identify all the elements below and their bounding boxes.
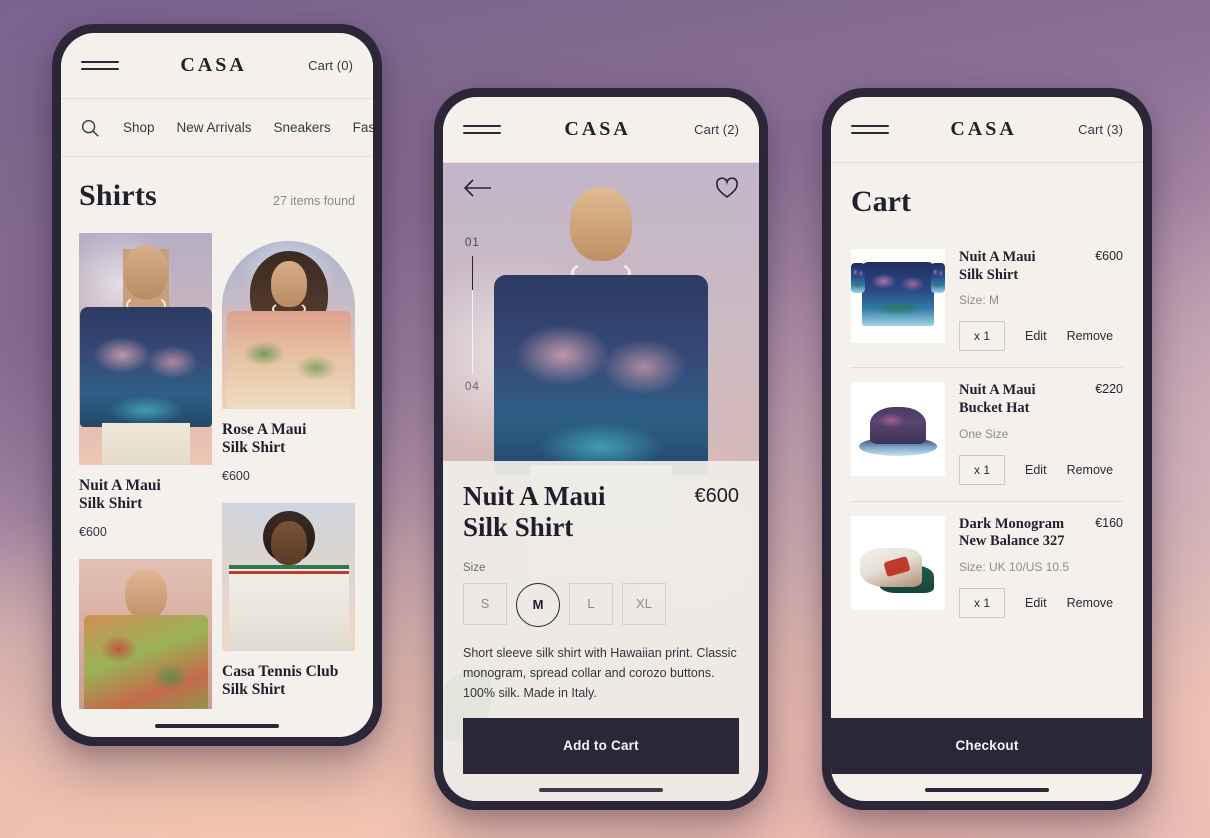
cart-item-thumbnail[interactable] [851, 249, 945, 343]
cart-item-price: €160 [1095, 515, 1123, 530]
add-to-cart-button[interactable]: Add to Cart [463, 717, 739, 774]
cart-item-name: Nuit A Maui Bucket Hat [959, 382, 1036, 417]
product-column-right: Rose A Maui Silk Shirt €600 Casa Tennis C… [222, 233, 355, 709]
product-grid: Nuit A Maui Silk Shirt €600 Rose A Maui … [79, 233, 355, 709]
menu-icon[interactable] [463, 125, 501, 134]
product-image-casa-tennis-club[interactable] [222, 502, 355, 651]
quantity-stepper[interactable]: x 1 [959, 588, 1006, 619]
pager-total: 04 [465, 381, 480, 393]
cart-item-actions: x 1 Edit Remove [959, 454, 1123, 485]
size-selector: S M L XL [463, 582, 739, 627]
browse-screen: CASA Cart (0) Shop New Arrivals Sneakers… [61, 33, 373, 737]
brand-logo: CASA [180, 54, 247, 76]
phone-browse: CASA Cart (0) Shop New Arrivals Sneakers… [52, 24, 382, 746]
product-price: €600 [79, 524, 107, 539]
cart-item-info: Nuit A Maui Bucket Hat €220 One Size x 1 … [959, 382, 1123, 485]
product-name: Rose A Maui Silk Shirt [222, 421, 307, 457]
brand-logo: CASA [564, 118, 631, 140]
pager-thumb [471, 256, 474, 290]
nav-item-new-arrivals[interactable]: New Arrivals [177, 120, 252, 135]
size-label: Size [463, 561, 486, 574]
phone-cart: CASA Cart (3) Cart Nuit A Maui Silk Shirt… [822, 88, 1152, 810]
menu-icon[interactable] [81, 61, 119, 70]
cart-link[interactable]: Cart (2) [694, 122, 739, 137]
nav-item-sneakers[interactable]: Sneakers [274, 120, 331, 135]
home-indicator [925, 787, 1049, 792]
product-hero-image: 01 04 Nuit A Maui Silk Shirt €600 Size S … [443, 163, 759, 801]
back-arrow-icon[interactable] [463, 177, 493, 199]
edit-link[interactable]: Edit [1025, 329, 1047, 343]
quantity-stepper[interactable]: x 1 [959, 454, 1006, 485]
pager-current: 01 [465, 237, 480, 249]
product-detail-card: Nuit A Maui Silk Shirt €600 Size S M L XL… [443, 461, 759, 801]
brand-logo: CASA [950, 118, 1017, 140]
product-image-rose-a-maui[interactable] [222, 241, 355, 409]
product-column-left: Nuit A Maui Silk Shirt €600 [79, 233, 212, 709]
browse-body: Shirts 27 items found Nuit A Maui Silk Sh… [61, 157, 373, 710]
size-option-m[interactable]: M [516, 582, 560, 627]
cart-row: Nuit A Maui Bucket Hat €220 One Size x 1 … [851, 368, 1123, 502]
browse-navbar: Shop New Arrivals Sneakers Fas [61, 99, 373, 157]
edit-link[interactable]: Edit [1025, 463, 1047, 477]
cart-row: Nuit A Maui Silk Shirt €600 Size: M x 1 E… [851, 235, 1123, 369]
size-option-l[interactable]: L [569, 582, 613, 625]
cart-item-size: Size: UK 10/US 10.5 [959, 560, 1070, 575]
cart-item-name: Nuit A Maui Silk Shirt [959, 249, 1036, 283]
cart-item-actions: x 1 Edit Remove [959, 588, 1123, 619]
detail-screen: CASA Cart (2) 01 04 Nuit A Maui Silk Shi… [443, 97, 759, 801]
page-title: Cart [851, 185, 911, 218]
detail-topbar: CASA Cart (2) [443, 97, 759, 163]
nav-item-shop[interactable]: Shop [123, 120, 155, 135]
product-image-extra[interactable] [79, 558, 212, 709]
size-option-s[interactable]: S [463, 582, 507, 625]
browse-header: Shirts 27 items found [79, 179, 355, 213]
cart-link[interactable]: Cart (3) [1078, 122, 1123, 137]
image-pager: 01 04 [465, 237, 480, 393]
product-price: €600 [222, 468, 250, 483]
edit-link[interactable]: Edit [1025, 596, 1047, 610]
cart-screen: CASA Cart (3) Cart Nuit A Maui Silk Shirt… [831, 97, 1143, 801]
cart-item-price: €600 [1095, 249, 1123, 263]
quantity-stepper[interactable]: x 1 [959, 321, 1006, 352]
cart-item-info: Nuit A Maui Silk Shirt €600 Size: M x 1 E… [959, 249, 1123, 352]
nav-item-fashion[interactable]: Fas [353, 120, 373, 135]
product-name: Casa Tennis Club Silk Shirt [222, 662, 339, 698]
menu-icon[interactable] [851, 125, 889, 134]
home-indicator [539, 787, 663, 792]
cart-body: Cart Nuit A MauiSilk Shirt €600 Size: M [831, 163, 1143, 718]
product-title: Nuit A Maui Silk Shirt [463, 481, 606, 543]
size-option-xl[interactable]: XL [622, 582, 666, 625]
cart-item-actions: x 1 Edit Remove [959, 321, 1123, 352]
cart-item-info: Dark Monogram New Balance 327 €160 Size: … [959, 515, 1123, 619]
cart-footer: Checkout [831, 717, 1143, 802]
remove-link[interactable]: Remove [1067, 596, 1114, 610]
items-found-count: 27 items found [273, 194, 355, 208]
browse-topbar: CASA Cart (0) [61, 33, 373, 99]
cart-item-size: One Size [959, 426, 1009, 441]
cart-item-thumbnail[interactable] [851, 515, 945, 610]
cart-item-size: Size: M [959, 293, 1000, 308]
cart-row: Dark Monogram New Balance 327 €160 Size: … [851, 502, 1123, 634]
pager-track[interactable] [471, 256, 474, 374]
remove-link[interactable]: Remove [1067, 329, 1114, 343]
hero-controls [443, 177, 759, 199]
cart-item-name: Dark Monogram New Balance 327 [959, 515, 1065, 550]
checkout-button[interactable]: Checkout [831, 717, 1143, 774]
product-description: Short sleeve silk shirt with Hawaiian pr… [463, 645, 737, 701]
product-name: Nuit A Maui Silk Shirt [79, 477, 161, 513]
cart-item-price: €220 [1095, 382, 1123, 397]
detail-header: Nuit A Maui Silk Shirt €600 [463, 481, 739, 544]
cart-item-thumbnail[interactable] [851, 382, 945, 477]
product-image-nuit-a-maui[interactable] [79, 233, 212, 465]
cart-item-list: Nuit A Maui Silk Shirt €600 Size: M x 1 E… [851, 235, 1123, 718]
product-price: €600 [694, 485, 740, 508]
page-title: Shirts [79, 179, 157, 212]
phone-detail: CASA Cart (2) 01 04 Nuit A Maui Silk Shi… [434, 88, 768, 810]
cart-topbar: CASA Cart (3) [831, 97, 1143, 163]
search-icon[interactable] [79, 117, 101, 139]
remove-link[interactable]: Remove [1067, 463, 1114, 477]
heart-icon[interactable] [715, 177, 739, 199]
home-indicator [155, 723, 279, 728]
cart-link[interactable]: Cart (0) [308, 58, 353, 73]
